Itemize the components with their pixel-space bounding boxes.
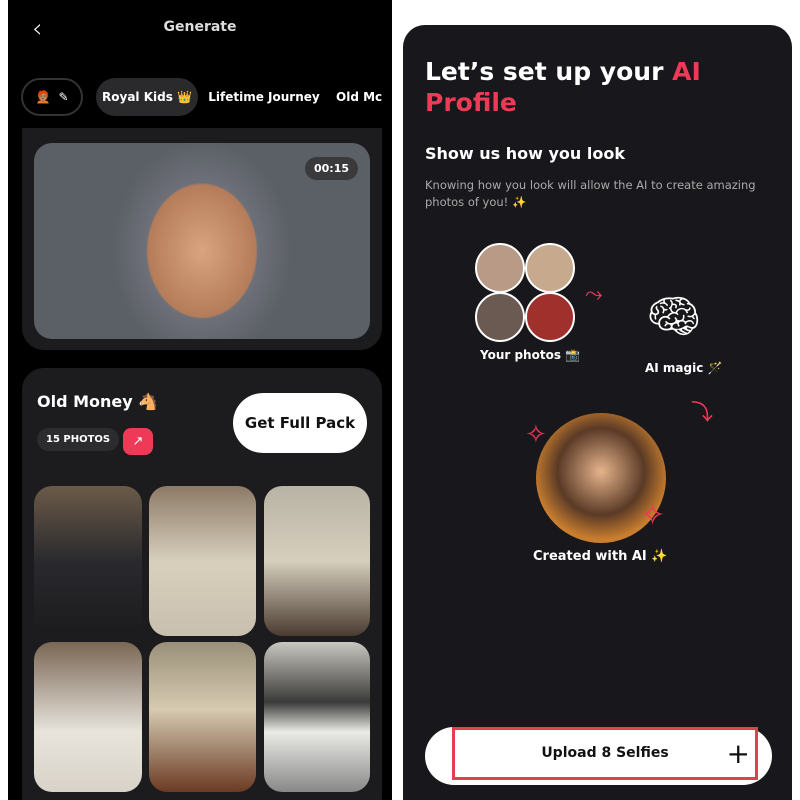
created-with-ai-label: Created with AI ✨ bbox=[533, 549, 668, 564]
your-photos-label: Your photos 📸 bbox=[480, 348, 581, 362]
arrow-icon: ⤵ bbox=[691, 401, 714, 426]
ai-magic-label: AI magic 🪄 bbox=[645, 361, 723, 375]
pack-photo[interactable] bbox=[34, 486, 142, 636]
selfie-thumb bbox=[525, 243, 575, 293]
sparkle-icon: ✧ bbox=[640, 498, 666, 533]
upload-label: Upload 8 Selfies bbox=[452, 727, 758, 780]
title-accent: Profile bbox=[425, 88, 517, 117]
brain-icon: 🧠︎ bbox=[646, 291, 702, 342]
ai-profile-screen: Let’s set up your AI Profile Show us how … bbox=[403, 0, 792, 800]
selfie-thumb bbox=[525, 292, 575, 342]
title-text: Let’s set up your bbox=[425, 57, 673, 86]
title-accent: AI bbox=[672, 57, 701, 86]
pack-photo[interactable] bbox=[34, 642, 142, 792]
pack-photo[interactable] bbox=[264, 642, 370, 792]
page-title: Let’s set up your AI Profile bbox=[425, 56, 725, 118]
selfie-thumb bbox=[475, 243, 525, 293]
pack-photo[interactable] bbox=[149, 486, 256, 636]
avatar: 🧑🏽‍🦰 bbox=[35, 90, 51, 104]
description: Knowing how you look will allow the AI t… bbox=[425, 178, 756, 209]
pack-photo[interactable] bbox=[264, 486, 370, 636]
plus-icon: + bbox=[726, 737, 750, 770]
duration-badge: 00:15 bbox=[304, 157, 358, 180]
upload-selfies-button[interactable]: Upload 8 Selfies + bbox=[425, 727, 772, 785]
trending-up-icon: ↗ bbox=[123, 428, 153, 455]
tab-royal-kids[interactable]: Royal Kids 👑 bbox=[96, 78, 198, 116]
get-full-pack-button[interactable]: Get Full Pack bbox=[233, 393, 367, 453]
selfie-thumb bbox=[475, 292, 525, 342]
pack-title: Old Money 🐴 bbox=[37, 392, 159, 411]
pencil-icon: ✎ bbox=[58, 90, 69, 104]
generate-screen: ‹ Generate 🧑🏽‍🦰 ✎ Royal Kids 👑 Lifetime J… bbox=[8, 0, 392, 800]
pack-card: Old Money 🐴 15 PHOTOS ↗ Get Full Pack bbox=[22, 368, 382, 800]
chip-avatar-edit[interactable]: 🧑🏽‍🦰 ✎ bbox=[21, 78, 83, 116]
hero-card: 00:15 bbox=[22, 128, 382, 350]
page-title: Generate bbox=[163, 19, 237, 35]
pack-photo[interactable] bbox=[149, 642, 256, 792]
tab-old-money[interactable]: Old Mc bbox=[336, 78, 392, 116]
subtitle: Show us how you look bbox=[425, 144, 625, 163]
tab-lifetime-journey[interactable]: Lifetime Journey bbox=[208, 78, 320, 116]
photo-count-badge: 15 PHOTOS bbox=[37, 428, 120, 451]
hero-video[interactable]: 00:15 bbox=[34, 143, 370, 339]
arrow-icon: ⤳ bbox=[585, 282, 603, 307]
